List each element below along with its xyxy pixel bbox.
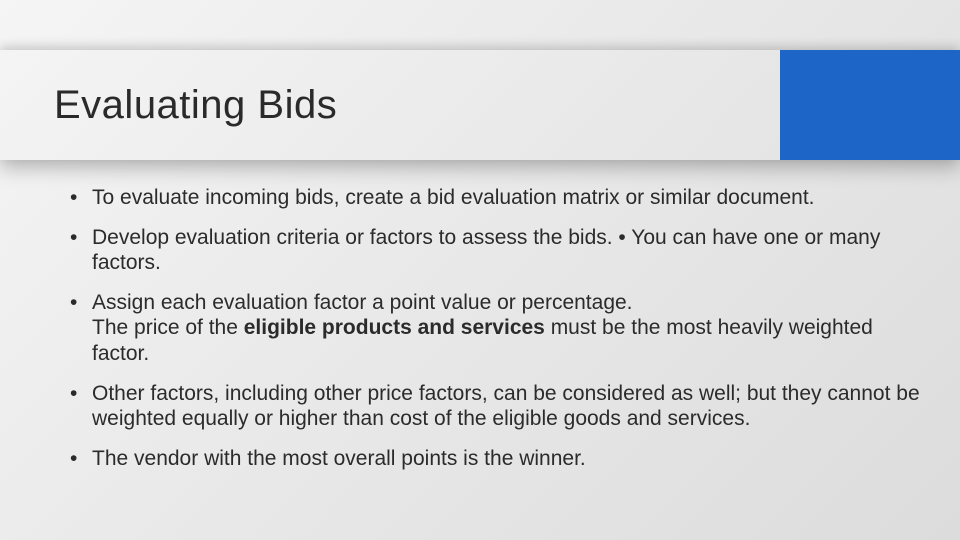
list-item: Other factors, including other price fac…: [70, 381, 922, 432]
list-item: Develop evaluation criteria or factors t…: [70, 225, 922, 276]
bullet-text: The price of the: [92, 316, 244, 339]
bullet-text: Assign each evaluation factor a point va…: [92, 291, 633, 314]
slide-content: To evaluate incoming bids, create a bid …: [70, 185, 922, 485]
bullet-list: To evaluate incoming bids, create a bid …: [70, 185, 922, 471]
bullet-text-bold: eligible products and services: [244, 316, 545, 339]
bullet-text: To evaluate incoming bids, create a bid …: [92, 186, 815, 209]
bullet-text: The vendor with the most overall points …: [92, 447, 586, 470]
inline-bullet-icon: [613, 226, 632, 249]
bullet-text: Other factors, including other price fac…: [92, 382, 920, 431]
list-item: To evaluate incoming bids, create a bid …: [70, 185, 922, 211]
accent-block: [780, 50, 960, 160]
list-item: The vendor with the most overall points …: [70, 446, 922, 472]
bullet-text: Develop evaluation criteria or factors t…: [92, 226, 613, 249]
slide-title: Evaluating Bids: [0, 83, 337, 128]
list-item: Assign each evaluation factor a point va…: [70, 290, 922, 367]
